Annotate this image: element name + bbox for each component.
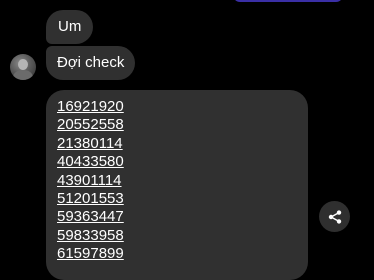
share-button[interactable]: [319, 201, 350, 232]
phone-number-link[interactable]: 43901114: [57, 172, 124, 190]
number-list: 16921920 20552558 21380114 40433580 4390…: [57, 98, 124, 264]
phone-number-link[interactable]: 61597899: [57, 245, 124, 263]
avatar-face: [18, 59, 28, 70]
phone-number-link[interactable]: 21380114: [57, 135, 124, 153]
phone-number-link[interactable]: 59833958: [57, 227, 124, 245]
share-icon: [328, 209, 341, 224]
phone-number-link[interactable]: 40433580: [57, 153, 124, 171]
avatar-shoulders: [13, 70, 33, 80]
message-text: Đợi check: [57, 54, 125, 71]
message-bubble-number-list[interactable]: 16921920 20552558 21380114 40433580 4390…: [46, 90, 308, 280]
phone-number-link[interactable]: 20552558: [57, 116, 124, 134]
message-bubble-doi-check[interactable]: Đợi check: [46, 46, 136, 80]
phone-number-link[interactable]: 51201553: [57, 190, 124, 208]
sent-message-bubble[interactable]: [233, 0, 343, 2]
avatar[interactable]: [10, 54, 36, 80]
message-bubble-um[interactable]: Um: [46, 10, 94, 44]
phone-number-link[interactable]: 59363447: [57, 208, 124, 226]
phone-number-link[interactable]: 16921920: [57, 98, 124, 116]
message-text: Um: [58, 18, 82, 35]
